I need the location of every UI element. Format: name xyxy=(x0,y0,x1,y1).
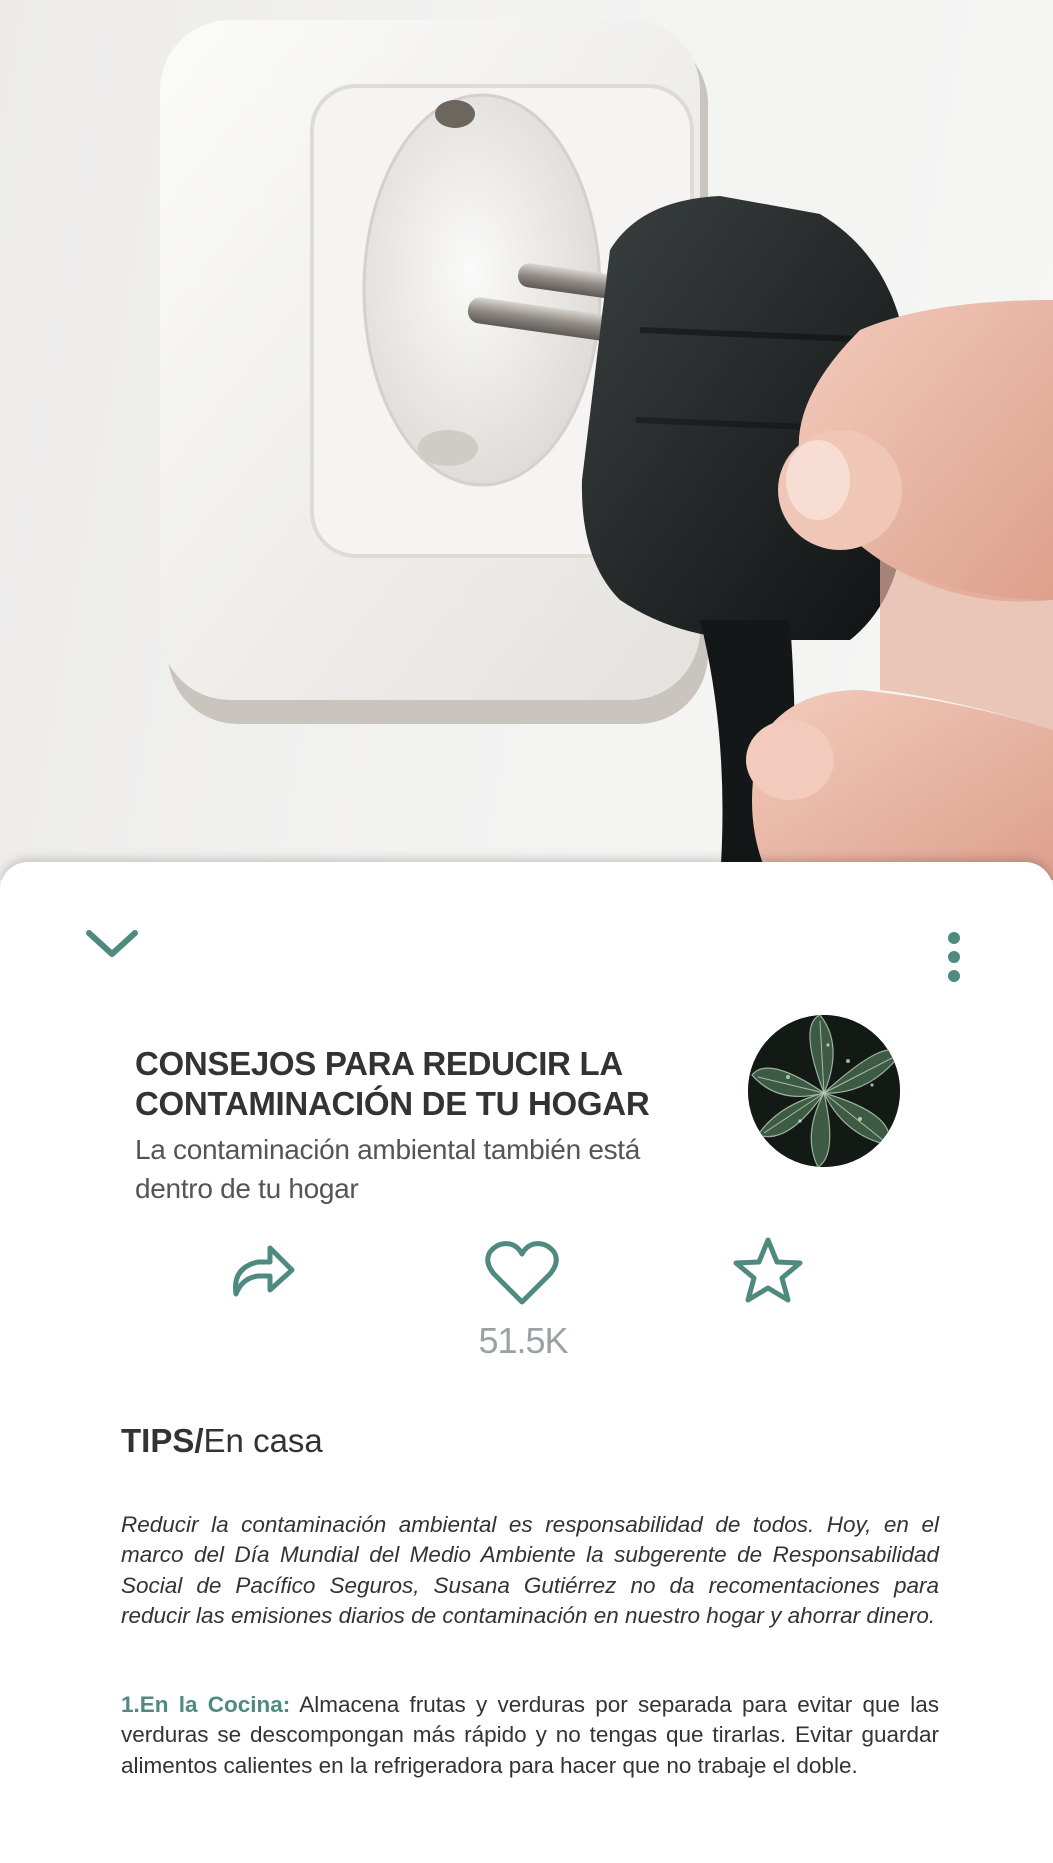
article-intro: Reducir la contaminación ambiental es re… xyxy=(121,1512,939,1629)
more-vertical-icon[interactable] xyxy=(936,930,972,986)
subtitle-line-2: dentro de tu hogar xyxy=(135,1173,359,1204)
hero-image xyxy=(0,0,1053,880)
category-main[interactable]: TIPS/ xyxy=(121,1422,204,1459)
title-line-2: CONTAMINACIÓN DE TU HOGAR xyxy=(135,1085,650,1122)
category-sub[interactable]: En casa xyxy=(204,1422,323,1459)
leaves-thumbnail xyxy=(748,1015,900,1167)
outlet-plug-illustration xyxy=(160,20,1053,880)
tip-1-label: 1.En la Cocina: xyxy=(121,1692,291,1717)
article-title: CONSEJOS PARA REDUCIR LA CONTAMINACIÓN D… xyxy=(135,1044,695,1124)
star-icon[interactable] xyxy=(732,1236,804,1304)
chevron-down-icon[interactable] xyxy=(84,926,140,960)
title-line-1: CONSEJOS PARA REDUCIR LA xyxy=(135,1045,623,1082)
subtitle-line-1: La contaminación ambiental también está xyxy=(135,1134,641,1165)
article-subtitle: La contaminación ambiental también está … xyxy=(135,1130,695,1208)
heart-icon[interactable] xyxy=(484,1240,560,1308)
tip-1: 1.En la Cocina: Almacena frutas y verdur… xyxy=(121,1690,939,1781)
share-icon[interactable] xyxy=(228,1240,298,1300)
likes-count: 51.5K xyxy=(478,1320,568,1361)
category-breadcrumb: TIPS/En casa xyxy=(121,1422,323,1460)
